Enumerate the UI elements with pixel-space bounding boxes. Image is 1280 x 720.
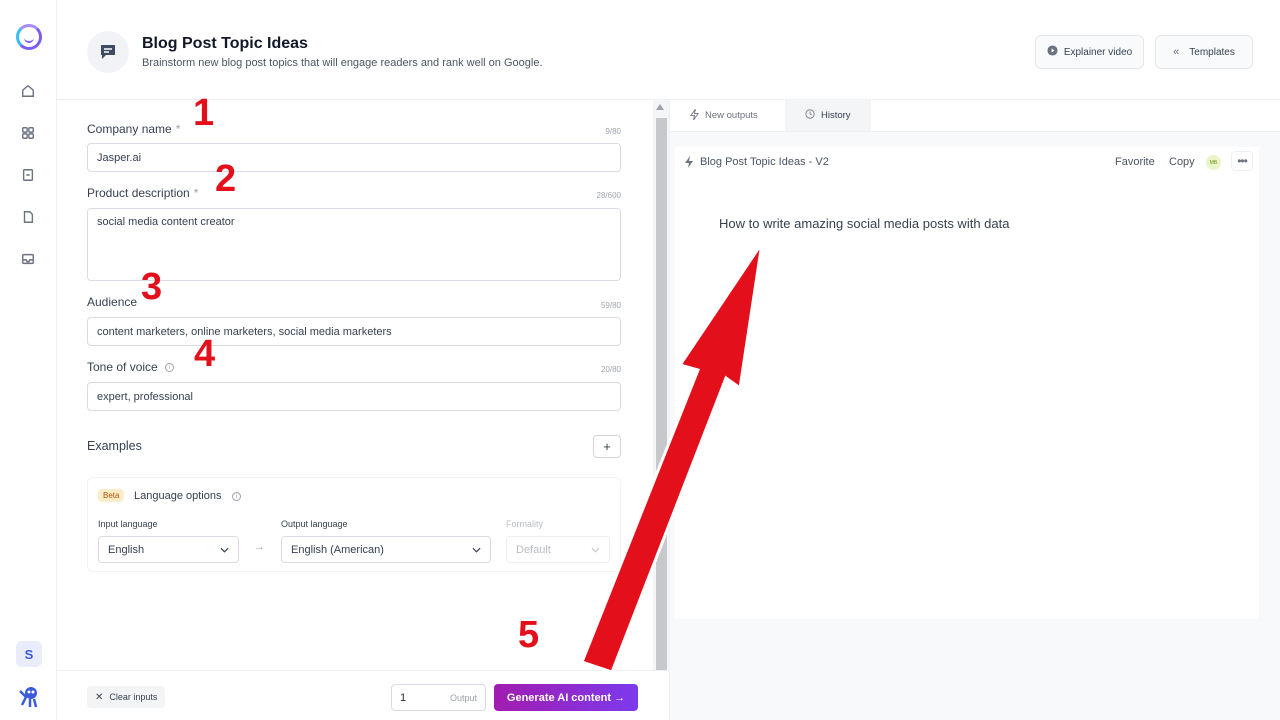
document-icon[interactable] [20,167,36,183]
output-card-title: Blog Post Topic Ideas - V2 [700,156,829,168]
support-bot-icon[interactable] [16,685,42,709]
user-avatar-small: MB [1206,155,1221,170]
tone-of-voice-count: 20/80 [600,365,621,374]
file-icon[interactable] [20,209,36,225]
explainer-video-label: Explainer video [1063,46,1133,58]
form-footer: ✕ Clear inputs 1 Output Generate AI cont… [57,670,669,720]
output-language-label: Output language [281,519,348,529]
tab-history[interactable]: History [785,100,871,131]
output-panel: New outputs History Blog Post Topic Idea… [669,100,1280,720]
sidebar: S [0,0,57,720]
template-icon [87,31,129,73]
jasper-logo[interactable] [16,24,42,50]
company-name-count: 9/80 [605,127,621,136]
chevron-down-icon [591,544,600,556]
formality-label: Formality [506,519,544,529]
annotation-number-1: 1 [193,92,215,134]
audience-label: Audience [87,295,138,309]
play-icon [1047,45,1058,59]
user-avatar[interactable]: S [16,641,42,667]
lightning-icon [684,155,694,173]
product-description-count: 28/600 [596,191,621,200]
tone-of-voice-label: Tone of voice i [87,360,175,374]
chevron-down-icon [472,544,481,556]
favorite-button[interactable]: Favorite [1115,156,1155,168]
input-form: Company name * 9/80 Jasper.ai Product des… [57,100,653,670]
copy-button[interactable]: Copy [1169,156,1195,168]
explainer-video-button[interactable]: Explainer video [1035,35,1144,69]
output-card: Blog Post Topic Ideas - V2 Favorite Copy… [675,147,1259,619]
beta-badge: Beta [98,489,125,502]
annotation-number-3: 3 [141,266,163,308]
clear-inputs-button[interactable]: ✕ Clear inputs [87,686,166,708]
output-tabs: New outputs History [670,100,1280,132]
annotation-number-5: 5 [518,614,540,656]
info-icon[interactable]: i [232,492,241,501]
formality-select: Default [506,536,610,563]
app-root: S Blog Post Topic Ideas Brainstorm new b… [0,0,1280,720]
page-header: Blog Post Topic Ideas Brainstorm new blo… [57,0,1280,100]
more-options-icon[interactable]: ••• [1231,151,1253,171]
clock-icon [805,109,815,122]
language-options-panel: Beta Language options i Input language E… [87,477,621,572]
home-icon[interactable] [20,83,36,99]
annotation-number-2: 2 [215,158,237,200]
annotation-number-4: 4 [194,333,216,375]
inbox-icon[interactable] [20,251,36,267]
info-icon[interactable]: i [165,363,175,373]
page-subtitle: Brainstorm new blog post topics that wil… [142,57,543,69]
audience-count: 59/80 [600,301,621,310]
input-language-select[interactable]: English [98,536,239,563]
audience-input[interactable]: content marketers, online marketers, soc… [87,317,621,346]
apps-icon[interactable] [20,125,36,141]
tone-of-voice-input[interactable]: expert, professional [87,382,621,411]
output-result-text: How to write amazing social media posts … [719,216,1010,231]
company-name-label: Company name * [87,122,181,136]
templates-button[interactable]: « Templates [1155,35,1253,69]
output-count-value: 1 [400,691,407,704]
page-title: Blog Post Topic Ideas [142,35,308,52]
arrow-right-icon: → [254,541,265,553]
lightning-icon [690,108,699,123]
examples-label: Examples [87,439,142,453]
tab-new-outputs[interactable]: New outputs [670,100,778,131]
input-language-label: Input language [98,519,158,529]
product-description-input[interactable]: social media content creator [87,208,621,281]
templates-label: Templates [1189,46,1235,58]
chevrons-left-icon: « [1173,46,1180,58]
add-example-button[interactable]: + [593,435,621,458]
product-description-label: Product description * [87,186,199,200]
generate-ai-content-button[interactable]: Generate AI content → [494,684,638,711]
output-count-label: Output [449,692,477,703]
output-language-select[interactable]: English (American) [281,536,491,563]
chevron-down-icon [220,544,229,556]
scroll-up-arrow[interactable] [656,104,664,110]
close-icon: ✕ [95,691,104,703]
company-name-input[interactable]: Jasper.ai [87,143,621,172]
scrollbar-thumb[interactable] [656,118,667,670]
output-count-input[interactable]: 1 Output [391,684,486,711]
language-options-title: Language options [134,490,222,502]
